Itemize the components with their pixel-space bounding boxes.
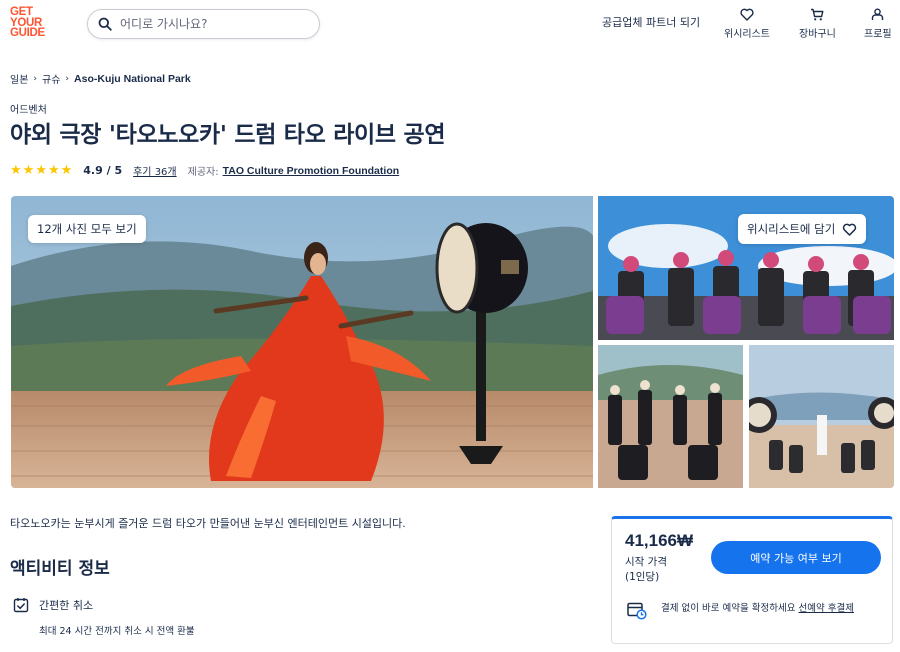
price-per-person-label: (1인당) [625,571,660,583]
calendar-check-icon [13,598,29,613]
star-icon: ★ [47,163,60,178]
search-input[interactable] [120,17,300,31]
activity-description: 타오노오카는 눈부시게 즐거운 드럼 타오가 만들어낸 눈부신 엔터테인먼트 시… [10,517,406,530]
calendar-clock-icon [627,602,647,620]
provider-link[interactable]: TAO Culture Promotion Foundation [223,165,400,177]
price: 41,166₩ [625,531,694,550]
view-all-photos-button[interactable]: 12개 사진 모두 보기 [28,215,146,243]
rating-row: ★ ★ ★ ★ ★ 4.9 / 5 후기 36개 제공자: TAO Cultur… [10,163,399,178]
heart-icon [740,8,754,21]
price-note: 시작 가격 (1인당) [625,555,705,585]
reviews-link[interactable]: 후기 36개 [133,163,177,178]
heart-icon [843,223,857,236]
add-to-wishlist-button[interactable]: 위시리스트에 담기 [738,214,867,244]
cart-icon [811,8,824,21]
photo-drummers-stage[interactable] [749,345,894,488]
booking-card: 41,166₩ 시작 가격 (1인당) 예약 가능 여부 보기 결제 없이 바로… [611,516,893,644]
free-cancellation-feature: 간편한 취소 [13,597,93,613]
activity-info-heading: 액티비티 정보 [10,559,110,579]
add-to-wishlist-label: 위시리스트에 담기 [747,222,836,236]
nav-cart[interactable]: 장바구니 [799,8,836,40]
star-icon: ★ [22,163,35,178]
nav-profile-label: 프로필 [864,29,892,40]
provider-label: 제공자: [187,167,219,178]
check-availability-button[interactable]: 예약 가능 여부 보기 [711,541,881,574]
become-supplier-link[interactable]: 공급업체 파트너 되기 [602,14,700,30]
getyourguide-logo[interactable]: GET YOUR GUIDE [10,7,54,39]
rating-score: 4.9 / 5 [83,164,123,177]
breadcrumb: 일본 › 규슈 › Aso-Kuju National Park [10,71,191,87]
nav-profile[interactable]: 프로필 [864,8,892,40]
profile-icon [872,8,884,20]
breadcrumb-japan[interactable]: 일본 [10,71,28,86]
photo-drummers-field[interactable] [598,345,743,488]
breadcrumb-separator-icon: › [33,73,38,84]
search-bar[interactable] [87,9,320,39]
reserve-text: 결제 없이 바로 예약을 확정하세요 [661,603,799,614]
nav-wishlist[interactable]: 위시리스트 [724,8,770,40]
search-icon [98,17,112,31]
star-icon: ★ [10,163,22,178]
reserve-now-pay-later: 결제 없이 바로 예약을 확정하세요 선예약 후결제 [627,601,881,620]
breadcrumb-current[interactable]: Aso-Kuju National Park [74,73,191,85]
breadcrumb-separator-icon: › [65,73,70,84]
star-icon: ★ [60,163,73,178]
page-title: 야외 극장 '타오노오카' 드럼 타오 라이브 공연 [10,122,446,148]
feature-title: 간편한 취소 [39,599,94,612]
feature-subtitle: 최대 24 시간 전까지 취소 시 전액 환불 [39,626,195,637]
star-icon: ★ [35,163,47,178]
nav-wishlist-label: 위시리스트 [724,29,770,40]
price-from-label: 시작 가격 [625,556,667,568]
rating-stars: ★ ★ ★ ★ ★ [10,164,72,177]
activity-category: 어드벤처 [10,105,47,116]
reserve-later-link[interactable]: 선예약 후결제 [798,603,853,614]
breadcrumb-kyushu[interactable]: 규슈 [42,71,60,86]
photo-drummers-group[interactable]: 위시리스트에 담기 [598,196,894,340]
nav-cart-label: 장바구니 [799,29,836,40]
